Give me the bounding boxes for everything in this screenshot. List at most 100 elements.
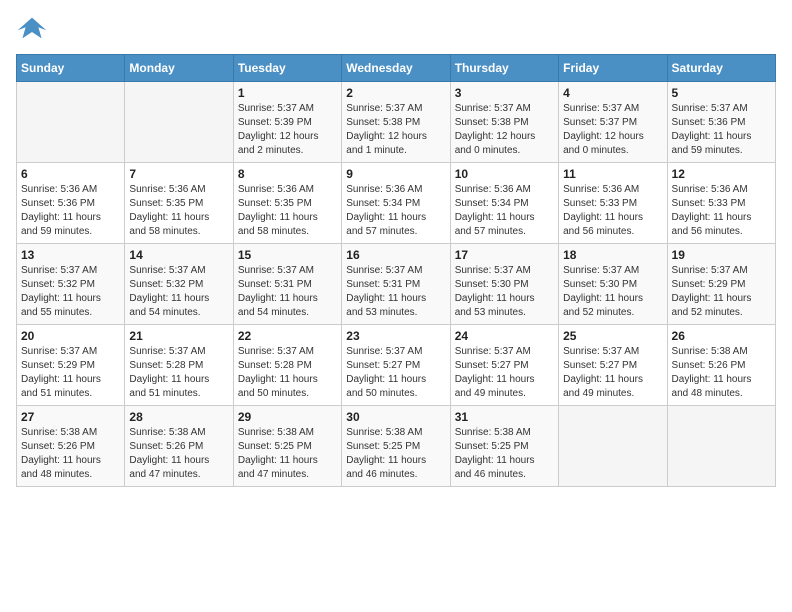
calendar-cell: 30 Sunrise: 5:38 AM Sunset: 5:25 PM Dayli…	[342, 406, 450, 487]
calendar-cell: 21 Sunrise: 5:37 AM Sunset: 5:28 PM Dayli…	[125, 325, 233, 406]
calendar-cell	[17, 82, 125, 163]
calendar-cell: 11 Sunrise: 5:36 AM Sunset: 5:33 PM Dayli…	[559, 163, 667, 244]
day-number: 28	[129, 410, 228, 424]
day-number: 24	[455, 329, 554, 343]
day-info: Sunrise: 5:37 AM Sunset: 5:27 PM Dayligh…	[346, 345, 445, 401]
day-number: 25	[563, 329, 662, 343]
day-number: 23	[346, 329, 445, 343]
calendar-cell: 4 Sunrise: 5:37 AM Sunset: 5:37 PM Daylig…	[559, 82, 667, 163]
day-number: 10	[455, 167, 554, 181]
day-info: Sunrise: 5:37 AM Sunset: 5:29 PM Dayligh…	[672, 264, 771, 320]
calendar-cell: 10 Sunrise: 5:36 AM Sunset: 5:34 PM Dayli…	[450, 163, 558, 244]
calendar-table: SundayMondayTuesdayWednesdayThursdayFrid…	[16, 54, 776, 487]
calendar-cell: 22Sunrise: 5:37 AM Sunset: 5:28 PM Dayli…	[233, 325, 341, 406]
calendar-cell: 28 Sunrise: 5:38 AM Sunset: 5:26 PM Dayli…	[125, 406, 233, 487]
calendar-cell: 15 Sunrise: 5:37 AM Sunset: 5:31 PM Dayli…	[233, 244, 341, 325]
day-info: Sunrise: 5:36 AM Sunset: 5:34 PM Dayligh…	[455, 183, 554, 239]
day-info: Sunrise: 5:37 AM Sunset: 5:31 PM Dayligh…	[238, 264, 337, 320]
day-number: 9	[346, 167, 445, 181]
calendar-cell: 14 Sunrise: 5:37 AM Sunset: 5:32 PM Dayli…	[125, 244, 233, 325]
day-info: Sunrise: 5:38 AM Sunset: 5:25 PM Dayligh…	[238, 426, 337, 482]
weekday-header: Thursday	[450, 55, 558, 82]
calendar-cell: 16 Sunrise: 5:37 AM Sunset: 5:31 PM Dayli…	[342, 244, 450, 325]
day-number: 6	[21, 167, 120, 181]
day-info: Sunrise: 5:36 AM Sunset: 5:34 PM Dayligh…	[346, 183, 445, 239]
day-info: Sunrise: 5:37 AM Sunset: 5:36 PM Dayligh…	[672, 102, 771, 158]
day-info: Sunrise: 5:36 AM Sunset: 5:33 PM Dayligh…	[563, 183, 662, 239]
calendar-cell: 2Sunrise: 5:37 AM Sunset: 5:38 PM Daylig…	[342, 82, 450, 163]
day-number: 11	[563, 167, 662, 181]
weekday-header: Saturday	[667, 55, 775, 82]
calendar-cell	[559, 406, 667, 487]
calendar-cell: 17 Sunrise: 5:37 AM Sunset: 5:30 PM Dayli…	[450, 244, 558, 325]
day-info: Sunrise: 5:37 AM Sunset: 5:39 PM Dayligh…	[238, 102, 337, 158]
day-info: Sunrise: 5:36 AM Sunset: 5:35 PM Dayligh…	[238, 183, 337, 239]
day-number: 1	[238, 86, 337, 100]
calendar-week-row: 13 Sunrise: 5:37 AM Sunset: 5:32 PM Dayli…	[17, 244, 776, 325]
day-number: 17	[455, 248, 554, 262]
calendar-cell: 23 Sunrise: 5:37 AM Sunset: 5:27 PM Dayli…	[342, 325, 450, 406]
page-header	[16, 16, 776, 44]
day-number: 31	[455, 410, 554, 424]
calendar-week-row: 20 Sunrise: 5:37 AM Sunset: 5:29 PM Dayli…	[17, 325, 776, 406]
day-number: 21	[129, 329, 228, 343]
day-number: 26	[672, 329, 771, 343]
logo-bird-icon	[16, 16, 48, 44]
day-info: Sunrise: 5:36 AM Sunset: 5:36 PM Dayligh…	[21, 183, 120, 239]
weekday-header-row: SundayMondayTuesdayWednesdayThursdayFrid…	[17, 55, 776, 82]
weekday-header: Monday	[125, 55, 233, 82]
day-number: 16	[346, 248, 445, 262]
day-number: 30	[346, 410, 445, 424]
calendar-cell: 18 Sunrise: 5:37 AM Sunset: 5:30 PM Dayli…	[559, 244, 667, 325]
calendar-cell: 27 Sunrise: 5:38 AM Sunset: 5:26 PM Dayli…	[17, 406, 125, 487]
day-info: Sunrise: 5:37 AM Sunset: 5:27 PM Dayligh…	[455, 345, 554, 401]
calendar-cell: 7Sunrise: 5:36 AM Sunset: 5:35 PM Daylig…	[125, 163, 233, 244]
day-info: Sunrise: 5:38 AM Sunset: 5:25 PM Dayligh…	[455, 426, 554, 482]
calendar-cell: 26 Sunrise: 5:38 AM Sunset: 5:26 PM Dayli…	[667, 325, 775, 406]
day-number: 2	[346, 86, 445, 100]
day-info: Sunrise: 5:37 AM Sunset: 5:28 PM Dayligh…	[238, 345, 337, 401]
day-number: 14	[129, 248, 228, 262]
calendar-cell: 1 Sunrise: 5:37 AM Sunset: 5:39 PM Daylig…	[233, 82, 341, 163]
day-info: Sunrise: 5:37 AM Sunset: 5:37 PM Dayligh…	[563, 102, 662, 158]
calendar-cell: 19Sunrise: 5:37 AM Sunset: 5:29 PM Dayli…	[667, 244, 775, 325]
day-number: 5	[672, 86, 771, 100]
day-number: 27	[21, 410, 120, 424]
day-info: Sunrise: 5:37 AM Sunset: 5:38 PM Dayligh…	[455, 102, 554, 158]
day-number: 15	[238, 248, 337, 262]
weekday-header: Sunday	[17, 55, 125, 82]
day-number: 18	[563, 248, 662, 262]
day-info: Sunrise: 5:37 AM Sunset: 5:30 PM Dayligh…	[455, 264, 554, 320]
calendar-cell: 24 Sunrise: 5:37 AM Sunset: 5:27 PM Dayli…	[450, 325, 558, 406]
weekday-header: Wednesday	[342, 55, 450, 82]
calendar-cell: 20 Sunrise: 5:37 AM Sunset: 5:29 PM Dayli…	[17, 325, 125, 406]
day-info: Sunrise: 5:37 AM Sunset: 5:29 PM Dayligh…	[21, 345, 120, 401]
weekday-header: Friday	[559, 55, 667, 82]
day-info: Sunrise: 5:37 AM Sunset: 5:31 PM Dayligh…	[346, 264, 445, 320]
calendar-cell	[667, 406, 775, 487]
day-number: 13	[21, 248, 120, 262]
day-info: Sunrise: 5:37 AM Sunset: 5:32 PM Dayligh…	[21, 264, 120, 320]
day-number: 3	[455, 86, 554, 100]
day-number: 20	[21, 329, 120, 343]
day-info: Sunrise: 5:37 AM Sunset: 5:28 PM Dayligh…	[129, 345, 228, 401]
day-info: Sunrise: 5:38 AM Sunset: 5:26 PM Dayligh…	[672, 345, 771, 401]
calendar-cell: 12Sunrise: 5:36 AM Sunset: 5:33 PM Dayli…	[667, 163, 775, 244]
calendar-cell: 3 Sunrise: 5:37 AM Sunset: 5:38 PM Daylig…	[450, 82, 558, 163]
day-info: Sunrise: 5:37 AM Sunset: 5:27 PM Dayligh…	[563, 345, 662, 401]
calendar-cell: 13 Sunrise: 5:37 AM Sunset: 5:32 PM Dayli…	[17, 244, 125, 325]
day-info: Sunrise: 5:37 AM Sunset: 5:32 PM Dayligh…	[129, 264, 228, 320]
day-number: 4	[563, 86, 662, 100]
day-info: Sunrise: 5:38 AM Sunset: 5:26 PM Dayligh…	[129, 426, 228, 482]
day-info: Sunrise: 5:38 AM Sunset: 5:26 PM Dayligh…	[21, 426, 120, 482]
day-number: 29	[238, 410, 337, 424]
day-info: Sunrise: 5:37 AM Sunset: 5:30 PM Dayligh…	[563, 264, 662, 320]
day-number: 12	[672, 167, 771, 181]
calendar-week-row: 1 Sunrise: 5:37 AM Sunset: 5:39 PM Daylig…	[17, 82, 776, 163]
weekday-header: Tuesday	[233, 55, 341, 82]
calendar-week-row: 27 Sunrise: 5:38 AM Sunset: 5:26 PM Dayli…	[17, 406, 776, 487]
day-number: 8	[238, 167, 337, 181]
calendar-cell: 25 Sunrise: 5:37 AM Sunset: 5:27 PM Dayli…	[559, 325, 667, 406]
day-info: Sunrise: 5:38 AM Sunset: 5:25 PM Dayligh…	[346, 426, 445, 482]
calendar-cell: 6 Sunrise: 5:36 AM Sunset: 5:36 PM Daylig…	[17, 163, 125, 244]
